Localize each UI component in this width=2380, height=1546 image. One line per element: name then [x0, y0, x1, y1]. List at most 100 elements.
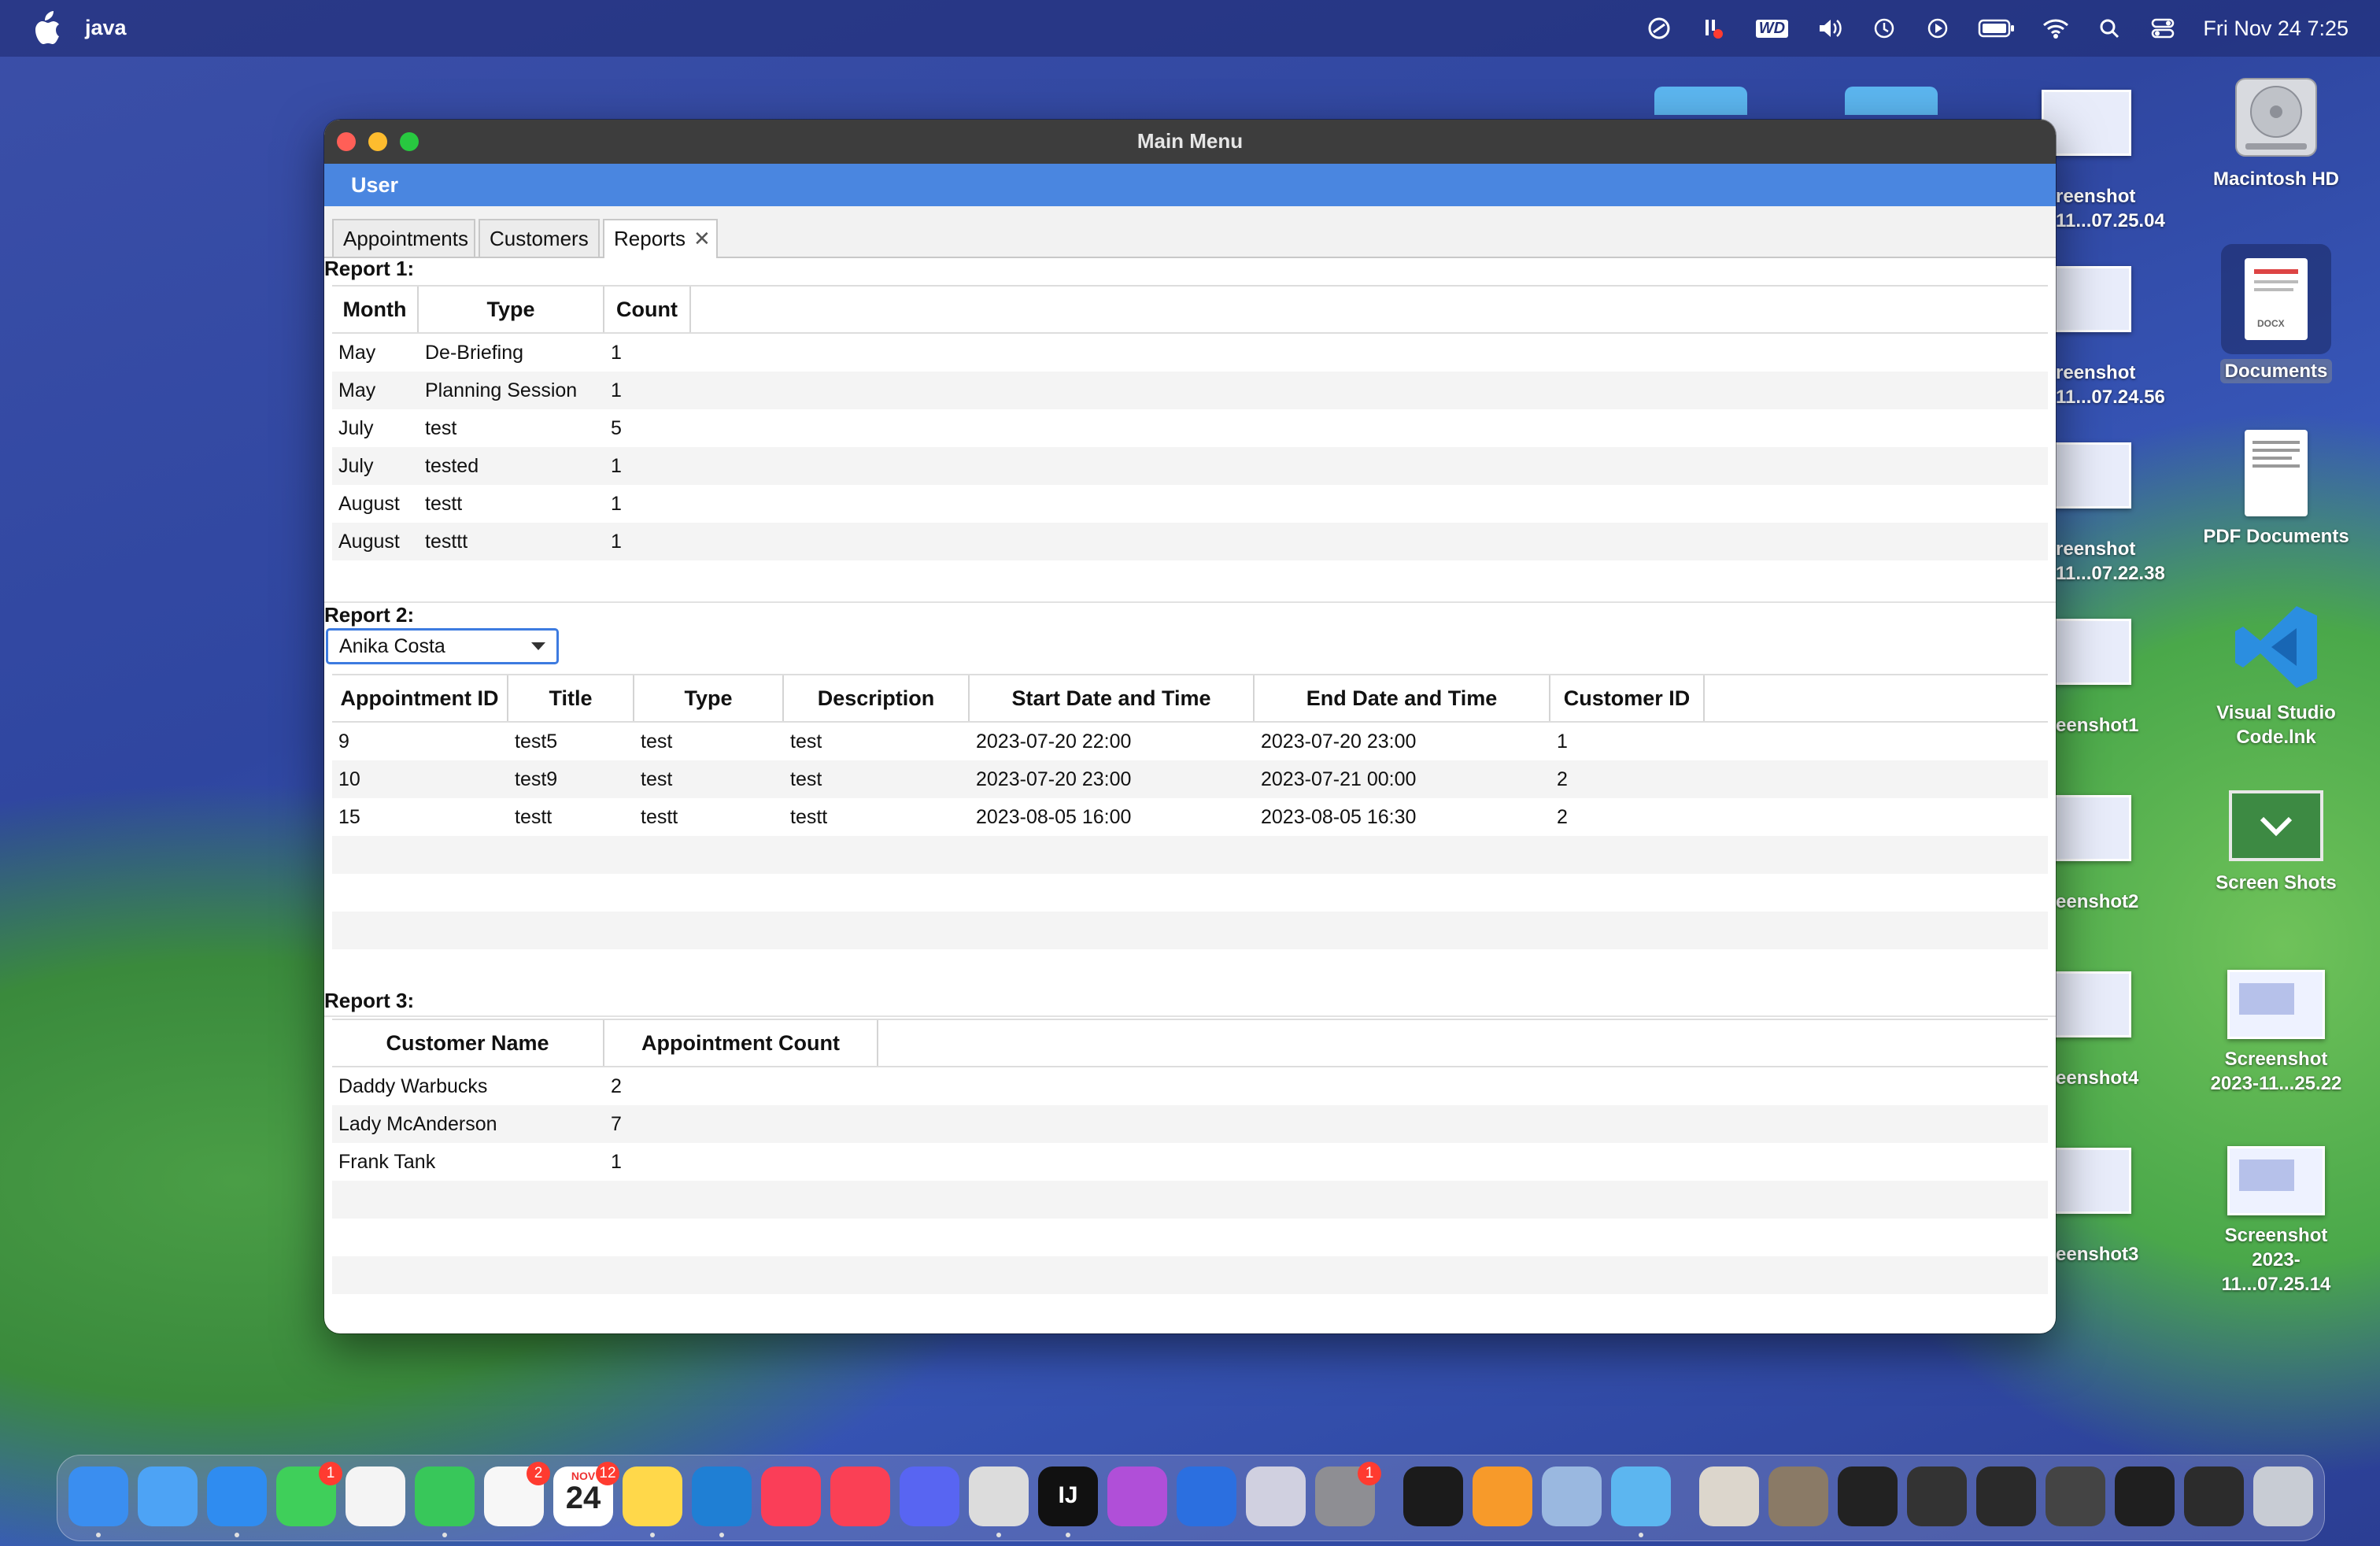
column-header[interactable]: Appointment ID — [332, 675, 508, 721]
report3-table[interactable]: Customer Name Appointment Count Daddy Wa… — [332, 1019, 2048, 1333]
pages-icon[interactable] — [1473, 1466, 1532, 1526]
desktop-item-screenshot-2[interactable]: Screenshot 2023-11...07.25.14 — [2197, 1146, 2355, 1296]
terminal-icon[interactable] — [1403, 1466, 1463, 1526]
desktop-item-partial[interactable]: eenshot4 — [2056, 1066, 2138, 1090]
battery-icon[interactable] — [1978, 17, 2016, 40]
window-thumb-1-icon[interactable] — [1699, 1466, 1759, 1526]
column-header[interactable]: Customer ID — [1550, 675, 1705, 721]
table-row-empty — [332, 1256, 2048, 1294]
configurator-icon[interactable] — [1107, 1466, 1167, 1526]
play-icon[interactable] — [1924, 17, 1951, 40]
table-row[interactable]: July test 5 — [332, 409, 2048, 447]
report1-table[interactable]: Month Type Count May De-Briefing 1 May Plan… — [332, 285, 2048, 595]
preview-icon[interactable] — [1542, 1466, 1602, 1526]
desktop-item-partial[interactable]: eenshot3 — [2056, 1242, 2138, 1267]
app-name[interactable]: java — [85, 16, 127, 40]
table-row[interactable]: August testt 1 — [332, 485, 2048, 523]
window-thumb-3-icon[interactable] — [1838, 1466, 1898, 1526]
column-header[interactable]: Appointment Count — [604, 1020, 878, 1066]
creative-cloud-icon[interactable] — [1646, 17, 1672, 40]
table-row[interactable]: May Planning Session 1 — [332, 372, 2048, 409]
desktop-item-pdf-documents[interactable]: PDF Documents — [2197, 430, 2355, 549]
remote-desktop-icon[interactable] — [1177, 1466, 1236, 1526]
vscode-icon[interactable] — [692, 1466, 752, 1526]
desktop-item-partial[interactable]: reenshot 11...07.24.56 — [2056, 361, 2165, 409]
wd-label: WD — [1755, 19, 1789, 38]
volume-icon[interactable] — [1817, 17, 1844, 40]
pdf-file-icon — [2245, 430, 2308, 516]
folder-icon[interactable] — [1611, 1466, 1671, 1526]
trash-icon[interactable] — [2253, 1466, 2313, 1526]
desktop-item-screenshot-1[interactable]: Screenshot 2023-11...25.22 — [2197, 970, 2355, 1096]
table-row[interactable]: 9 test5 test test 2023-07-20 22:00 2023-07-20… — [332, 723, 2048, 760]
table-row[interactable]: 10 test9 test test 2023-07-20 23:00 2023-07-2… — [332, 760, 2048, 798]
table-row[interactable]: May De-Briefing 1 — [332, 334, 2048, 372]
window-thumb-8-icon[interactable] — [2184, 1466, 2244, 1526]
system-settings-icon[interactable]: 1 — [1315, 1462, 1381, 1526]
menubar-clock[interactable]: Fri Nov 24 7:25 — [2203, 17, 2349, 41]
column-header[interactable]: Month — [332, 287, 419, 332]
table-row[interactable]: Lady McAnderson 7 — [332, 1105, 2048, 1143]
tab-customers[interactable]: Customers — [479, 219, 600, 257]
photos-icon[interactable] — [346, 1466, 405, 1526]
window-thumb-6-icon[interactable] — [2046, 1466, 2105, 1526]
table-row[interactable]: 15 testt testt testt 2023-08-05 16:00 2023-08… — [332, 798, 2048, 836]
notes-icon[interactable] — [623, 1466, 682, 1526]
control-center-icon[interactable] — [2149, 17, 2176, 40]
desktop-item-screen-shots[interactable]: Screen Shots — [2197, 790, 2355, 895]
table-row[interactable]: Frank Tank 1 — [332, 1143, 2048, 1181]
music-icon[interactable] — [761, 1466, 821, 1526]
desktop-item-documents[interactable]: DOCX Documents — [2197, 244, 2355, 383]
mail-icon[interactable] — [138, 1466, 198, 1526]
report2-table[interactable]: Appointment ID Title Type Description St… — [332, 674, 2048, 1012]
column-header[interactable]: End Date and Time — [1255, 675, 1550, 721]
bartender-icon[interactable] — [1699, 17, 1726, 40]
reminders-icon[interactable]: 2 — [484, 1462, 550, 1526]
folder-icon[interactable] — [1654, 87, 1747, 115]
table-row[interactable]: August testtt 1 — [332, 523, 2048, 560]
window-thumb-5-icon[interactable] — [1976, 1466, 2036, 1526]
column-header[interactable]: Type — [634, 675, 784, 721]
desktop-item-partial[interactable]: eenshot2 — [2056, 890, 2138, 914]
desktop-item-partial[interactable]: reenshot 11...07.25.04 — [2056, 184, 2165, 233]
title-bar[interactable]: Main Menu — [324, 120, 2056, 164]
facetime-icon[interactable] — [415, 1466, 475, 1526]
user-menu[interactable]: User — [324, 164, 2056, 206]
intellij-icon[interactable]: IJ — [1038, 1466, 1098, 1526]
desktop-item-partial[interactable]: reenshot 11...07.22.38 — [2056, 537, 2165, 586]
messages-icon[interactable]: 1 — [276, 1462, 342, 1526]
calendar-icon[interactable]: NOV 24 12 — [553, 1462, 619, 1526]
tab-appointments[interactable]: Appointments — [332, 219, 475, 257]
script-editor-icon[interactable] — [969, 1466, 1029, 1526]
news-icon[interactable] — [830, 1466, 890, 1526]
safari-icon[interactable] — [207, 1466, 267, 1526]
column-header[interactable]: Start Date and Time — [970, 675, 1255, 721]
column-header[interactable]: Customer Name — [332, 1020, 604, 1066]
contact-select[interactable]: Anika Costa — [326, 628, 559, 664]
desktop-item-partial[interactable]: eenshot1 — [2056, 713, 2138, 738]
search-icon[interactable] — [2096, 17, 2123, 40]
window-thumb-2-icon[interactable] — [1768, 1466, 1828, 1526]
window-thumb-4-icon[interactable] — [1907, 1466, 1967, 1526]
apple-icon[interactable] — [30, 11, 61, 46]
table-row[interactable]: Daddy Warbucks 2 — [332, 1067, 2048, 1105]
column-header[interactable]: Title — [508, 675, 634, 721]
finder-icon[interactable] — [68, 1466, 128, 1526]
wifi-icon[interactable] — [2042, 17, 2069, 40]
discord-icon[interactable] — [900, 1466, 959, 1526]
close-tab-icon[interactable]: ✕ — [693, 227, 711, 250]
tab-reports[interactable]: Reports ✕ — [603, 219, 718, 258]
desktop-item-macintosh-hd[interactable]: Macintosh HD — [2197, 71, 2355, 191]
column-header[interactable]: Description — [784, 675, 970, 721]
table-row-empty — [332, 1181, 2048, 1219]
wd-icon[interactable]: WD — [1753, 17, 1791, 40]
contact-select-value: Anika Costa — [339, 635, 445, 657]
desktop-item-vscode-link[interactable]: Visual Studio Code.lnk — [2197, 600, 2355, 749]
column-header[interactable]: Type — [419, 287, 604, 332]
table-row[interactable]: July tested 1 — [332, 447, 2048, 485]
column-header[interactable]: Count — [604, 287, 691, 332]
launchpad-icon[interactable] — [1246, 1466, 1306, 1526]
window-thumb-7-icon[interactable] — [2115, 1466, 2175, 1526]
folder-icon[interactable] — [1845, 87, 1938, 115]
time-machine-icon[interactable] — [1871, 17, 1898, 40]
